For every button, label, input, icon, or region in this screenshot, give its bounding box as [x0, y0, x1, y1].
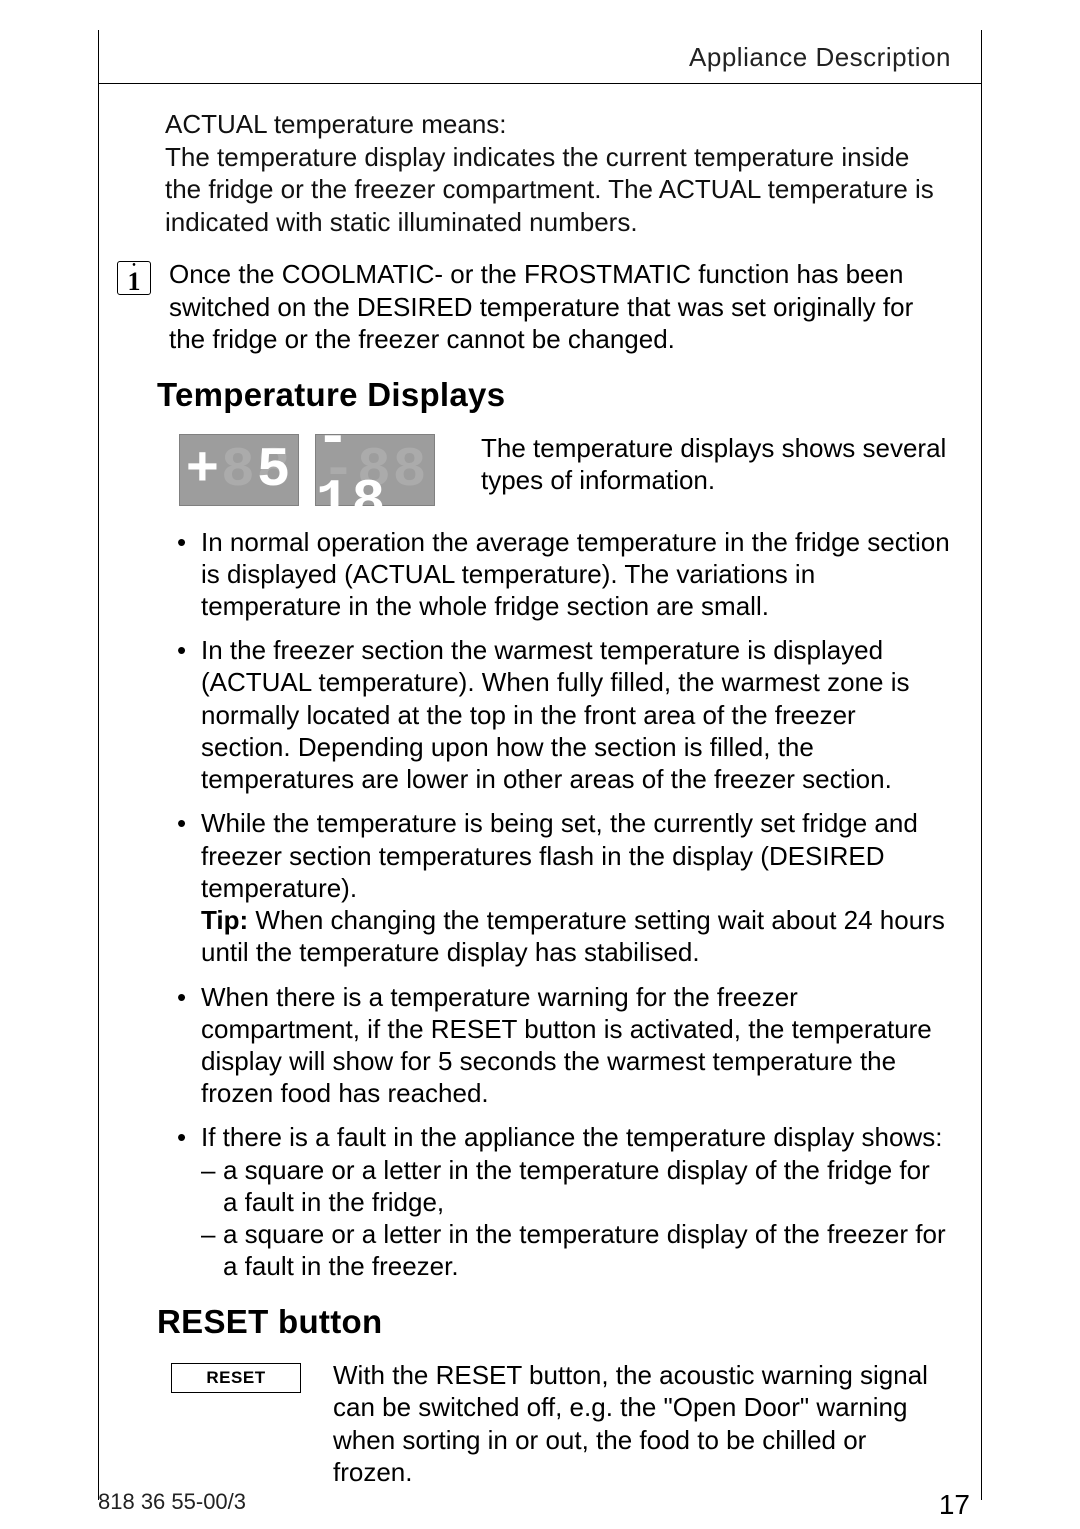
sublist-item: a square or a letter in the temperature … [201, 1154, 951, 1218]
bullet-text: In the freezer section the warmest tempe… [201, 635, 910, 794]
sublist-item: a square or a letter in the temperature … [201, 1218, 951, 1282]
reset-para-1: With the RESET button, the acoustic warn… [333, 1359, 951, 1489]
document-number: 818 36 55-00/3 [98, 1489, 246, 1521]
page-header: Appliance Description [99, 30, 981, 84]
bullet-item: When there is a temperature warning for … [177, 981, 951, 1110]
actual-temp-desc: The temperature display indicates the cu… [165, 142, 934, 237]
fridge-temp-display: +88 + 5 [179, 434, 299, 506]
info-icon: •1 [117, 261, 151, 295]
info-note-text: Once the COOLMATIC- or the FROSTMATIC fu… [169, 258, 951, 356]
seven-segment-displays: +88 + 5 -88 - 18 [179, 432, 435, 506]
info-icon-glyph: •1 [128, 263, 141, 295]
bullet-text: While the temperature is being set, the … [201, 808, 918, 902]
reset-button-heading: RESET button [157, 1303, 951, 1341]
document-page: Appliance Description ACTUAL temperature… [98, 30, 982, 1500]
bullet-text: When there is a temperature warning for … [201, 982, 932, 1109]
tip-text: When changing the temperature setting wa… [201, 905, 945, 967]
freezer-temp-display: -88 - 18 [315, 434, 435, 506]
reset-button-label: RESET [206, 1368, 265, 1388]
actual-temp-title: ACTUAL temperature means: [165, 109, 507, 139]
bullet-text: In normal operation the average temperat… [201, 527, 950, 621]
fault-sublist: a square or a letter in the temperature … [201, 1154, 951, 1283]
reset-button-graphic: RESET [171, 1363, 301, 1393]
actual-temp-paragraph: ACTUAL temperature means: The temperatur… [165, 108, 951, 238]
temperature-displays-heading: Temperature Displays [157, 376, 951, 414]
info-note-row: •1 Once the COOLMATIC- or the FROSTMATIC… [117, 258, 951, 356]
temperature-bullets: In normal operation the average temperat… [177, 526, 951, 1283]
tip-label: Tip: [201, 905, 248, 935]
bullet-item: In normal operation the average temperat… [177, 526, 951, 623]
bullet-item: In the freezer section the warmest tempe… [177, 634, 951, 795]
temperature-display-intro: The temperature displays shows several t… [481, 432, 951, 497]
page-number: 17 [939, 1489, 970, 1521]
page-footer: 818 36 55-00/3 17 [0, 1489, 1080, 1521]
bullet-text: If there is a fault in the appliance the… [201, 1122, 942, 1152]
bullet-item: While the temperature is being set, the … [177, 807, 951, 968]
temperature-display-block: +88 + 5 -88 - 18 The temperature display… [165, 432, 951, 506]
bullet-item: If there is a fault in the appliance the… [177, 1121, 951, 1282]
page-content: ACTUAL temperature means: The temperatur… [99, 84, 981, 1500]
reset-row: RESET With the RESET button, the acousti… [165, 1359, 951, 1489]
section-label: Appliance Description [165, 42, 951, 73]
